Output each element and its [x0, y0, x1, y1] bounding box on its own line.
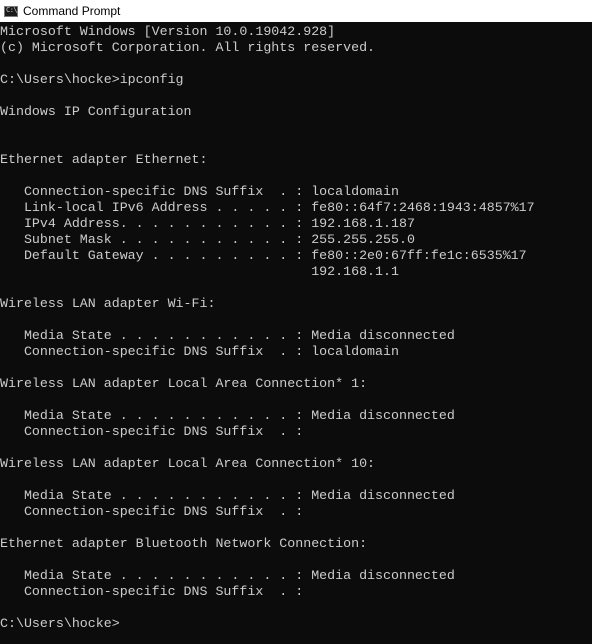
console-line: Media State . . . . . . . . . . . : Medi… — [0, 488, 455, 503]
console-line: Connection-specific DNS Suffix . : — [0, 584, 304, 599]
console-line: Microsoft Windows [Version 10.0.19042.92… — [0, 24, 336, 39]
console-line: Media State . . . . . . . . . . . : Medi… — [0, 328, 455, 343]
console-line: Media State . . . . . . . . . . . : Medi… — [0, 408, 455, 423]
console-line: 192.168.1.1 — [0, 264, 399, 279]
console-line: Connection-specific DNS Suffix . : — [0, 424, 304, 439]
console-line: Wireless LAN adapter Local Area Connecti… — [0, 456, 376, 471]
console-output[interactable]: Microsoft Windows [Version 10.0.19042.92… — [0, 24, 592, 644]
console-line: (c) Microsoft Corporation. All rights re… — [0, 40, 376, 55]
console-line: IPv4 Address. . . . . . . . . . . : 192.… — [0, 216, 415, 231]
console-line: Connection-specific DNS Suffix . : local… — [0, 344, 399, 359]
console-line: Connection-specific DNS Suffix . : — [0, 504, 304, 519]
cmd-icon: C:\ — [4, 5, 18, 17]
console-line: Ethernet adapter Bluetooth Network Conne… — [0, 536, 368, 551]
console-line: Windows IP Configuration — [0, 104, 192, 119]
console-line: Default Gateway . . . . . . . . . : fe80… — [0, 248, 527, 263]
console-line: Wireless LAN adapter Local Area Connecti… — [0, 376, 368, 391]
title-bar[interactable]: C:\ Command Prompt — [0, 0, 592, 22]
console-line: Connection-specific DNS Suffix . : local… — [0, 184, 399, 199]
window-title: Command Prompt — [23, 4, 121, 18]
console-line: Media State . . . . . . . . . . . : Medi… — [0, 568, 455, 583]
console-line: Ethernet adapter Ethernet: — [0, 152, 208, 167]
console-line: Wireless LAN adapter Wi-Fi: — [0, 296, 216, 311]
console-line: C:\Users\hocke>ipconfig — [0, 72, 184, 87]
console-line: Link-local IPv6 Address . . . . . : fe80… — [0, 200, 535, 215]
command-prompt[interactable]: C:\Users\hocke> — [0, 616, 592, 632]
console-line: Subnet Mask . . . . . . . . . . . : 255.… — [0, 232, 415, 247]
